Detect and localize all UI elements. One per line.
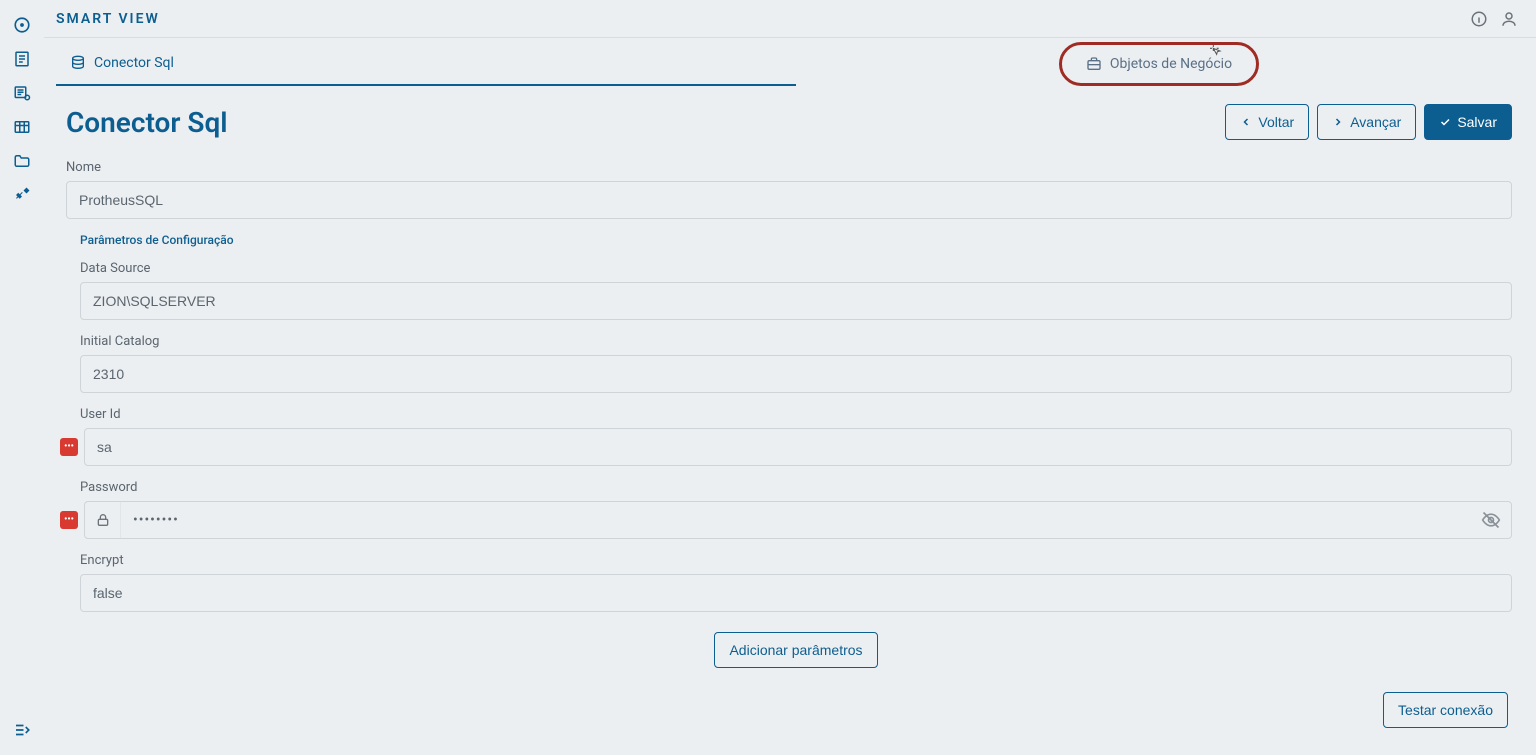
data-source-label: Data Source	[80, 261, 1512, 276]
nav-plug-icon[interactable]	[0, 178, 44, 212]
password-label: Password	[80, 480, 1512, 495]
required-badge-icon: •••	[60, 511, 78, 529]
button-label: Testar conexão	[1398, 702, 1493, 718]
nav-table-icon[interactable]	[0, 110, 44, 144]
app-title: SMART VIEW	[56, 11, 160, 27]
data-source-input[interactable]	[80, 282, 1512, 320]
user-icon[interactable]	[1494, 4, 1524, 34]
encrypt-input[interactable]	[80, 574, 1512, 612]
page-title: Conector Sql	[66, 106, 228, 139]
logo-icon[interactable]	[0, 8, 44, 42]
initial-catalog-input[interactable]	[80, 355, 1512, 393]
toggle-visibility-icon[interactable]	[1471, 502, 1511, 538]
button-label: Voltar	[1258, 114, 1294, 130]
forward-button[interactable]: Avançar	[1317, 104, 1416, 140]
nav-folder-icon[interactable]	[0, 144, 44, 178]
add-params-button[interactable]: Adicionar parâmetros	[714, 632, 877, 668]
field-password: Password ••• ••••••••	[74, 480, 1518, 539]
required-badge-icon: •••	[60, 438, 78, 456]
test-connection-button[interactable]: Testar conexão	[1383, 692, 1508, 728]
tab-connector-sql[interactable]: Conector Sql	[56, 42, 796, 86]
config-params-block: Data Source Initial Catalog User Id ••• …	[60, 261, 1518, 728]
info-icon[interactable]	[1464, 4, 1494, 34]
main-content: Conector Sql Objetos de Negócio Conector…	[56, 42, 1522, 755]
initial-catalog-label: Initial Catalog	[80, 334, 1512, 349]
password-input[interactable]: ••••••••	[121, 512, 1471, 528]
config-section-label: Parâmetros de Configuração	[80, 233, 1518, 247]
button-label: Salvar	[1457, 114, 1497, 130]
cursor-icon	[1208, 43, 1224, 63]
add-params-row: Adicionar parâmetros	[74, 632, 1518, 668]
field-data-source: Data Source	[74, 261, 1518, 320]
button-label: Adicionar parâmetros	[729, 642, 862, 658]
chevron-left-icon	[1240, 116, 1252, 128]
user-id-label: User Id	[80, 407, 1512, 422]
user-id-input[interactable]	[84, 428, 1512, 466]
check-icon	[1439, 116, 1451, 128]
nav-settings-list-icon[interactable]	[0, 76, 44, 110]
top-header: SMART VIEW	[44, 0, 1536, 38]
page-body: Conector Sql Voltar Avançar Salvar Nome …	[56, 86, 1522, 748]
page-header-row: Conector Sql Voltar Avançar Salvar	[60, 104, 1518, 140]
button-label: Avançar	[1350, 114, 1401, 130]
field-initial-catalog: Initial Catalog	[74, 334, 1518, 393]
field-encrypt: Encrypt	[74, 553, 1518, 612]
name-label: Nome	[66, 160, 1512, 175]
name-input[interactable]	[66, 181, 1512, 219]
test-connection-row: Testar conexão	[74, 692, 1518, 728]
nav-report-icon[interactable]	[0, 42, 44, 76]
tabs-row: Conector Sql Objetos de Negócio	[56, 42, 1522, 86]
nav-collapse-icon[interactable]	[0, 713, 44, 747]
save-button[interactable]: Salvar	[1424, 104, 1512, 140]
left-nav-rail	[0, 0, 44, 755]
encrypt-label: Encrypt	[80, 553, 1512, 568]
back-button[interactable]: Voltar	[1225, 104, 1309, 140]
password-input-wrapper: ••••••••	[84, 501, 1512, 539]
field-name: Nome	[60, 160, 1518, 219]
chevron-right-icon	[1332, 116, 1344, 128]
field-user-id: User Id •••	[74, 407, 1518, 466]
lock-icon	[85, 502, 121, 538]
tab-label: Conector Sql	[94, 55, 174, 71]
tab-business-objects[interactable]: Objetos de Negócio	[796, 42, 1522, 86]
briefcase-icon	[1086, 56, 1102, 72]
database-icon	[70, 55, 86, 71]
